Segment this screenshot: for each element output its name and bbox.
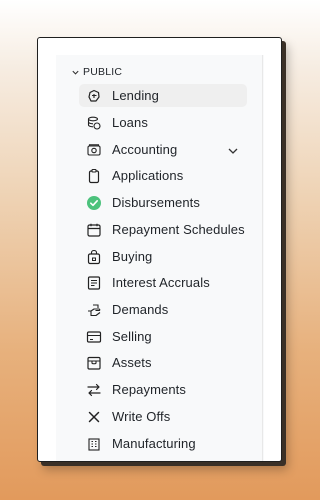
chevron-down-icon[interactable] bbox=[227, 144, 239, 156]
sidebar-item-applications[interactable]: Applications bbox=[79, 164, 247, 187]
sidebar-item-label: Applications bbox=[112, 168, 184, 183]
section-label: PUBLIC bbox=[83, 66, 123, 78]
sidebar-item-buying[interactable]: Buying bbox=[79, 245, 247, 268]
accounting-icon bbox=[86, 142, 102, 158]
sidebar-item-label: Repayments bbox=[112, 382, 186, 397]
sidebar-item-label: Repayment Schedules bbox=[112, 222, 245, 237]
factory-icon bbox=[86, 436, 102, 452]
sidebar-item-label: Lending bbox=[112, 88, 159, 103]
sidebar-item-label: Selling bbox=[112, 329, 152, 344]
bag-icon bbox=[86, 249, 102, 265]
document-icon bbox=[86, 275, 102, 291]
chevron-down-icon bbox=[72, 70, 79, 75]
check-circle-icon bbox=[86, 195, 102, 211]
sidebar-item-disbursements[interactable]: Disbursements bbox=[79, 191, 247, 214]
lending-icon bbox=[86, 88, 102, 104]
calendar-icon bbox=[86, 222, 102, 238]
hand-icon bbox=[86, 302, 102, 318]
card-icon bbox=[86, 329, 102, 345]
sidebar-item-manufacturing[interactable]: Manufacturing bbox=[79, 432, 247, 455]
section-header-public[interactable]: PUBLIC bbox=[71, 65, 122, 79]
sidebar-item-selling[interactable]: Selling bbox=[79, 325, 247, 348]
scrollbar[interactable] bbox=[262, 55, 263, 461]
sidebar-item-interest-accruals[interactable]: Interest Accruals bbox=[79, 271, 247, 294]
sidebar-item-label: Loans bbox=[112, 115, 148, 130]
sidebar-item-repayment-schedules[interactable]: Repayment Schedules bbox=[79, 218, 247, 241]
arrows-swap-icon bbox=[86, 382, 102, 398]
sidebar-item-accounting[interactable]: Accounting bbox=[79, 138, 247, 161]
sidebar-item-demands[interactable]: Demands bbox=[79, 298, 247, 321]
sidebar-item-repayments[interactable]: Repayments bbox=[79, 378, 247, 401]
sidebar-item-label: Buying bbox=[112, 249, 153, 264]
sidebar-item-label: Interest Accruals bbox=[112, 275, 210, 290]
sidebar-item-assets[interactable]: Assets bbox=[79, 351, 247, 374]
clipboard-icon bbox=[86, 168, 102, 184]
sidebar-item-write-offs[interactable]: Write Offs bbox=[79, 405, 247, 428]
sidebar-item-label: Accounting bbox=[112, 142, 178, 157]
sidebar-item-label: Write Offs bbox=[112, 409, 171, 424]
sidebar-item-loans[interactable]: Loans bbox=[79, 111, 247, 134]
sidebar-item-label: Assets bbox=[112, 355, 152, 370]
loans-icon bbox=[86, 115, 102, 131]
box-icon bbox=[86, 355, 102, 371]
sidebar-item-label: Demands bbox=[112, 302, 169, 317]
sidebar-card: PUBLIC Lending Loans Accounting Applicat… bbox=[37, 37, 282, 462]
x-icon bbox=[86, 409, 102, 425]
sidebar-item-lending[interactable]: Lending bbox=[79, 84, 247, 107]
sidebar-item-label: Manufacturing bbox=[112, 436, 196, 451]
sidebar-item-label: Disbursements bbox=[112, 195, 200, 210]
